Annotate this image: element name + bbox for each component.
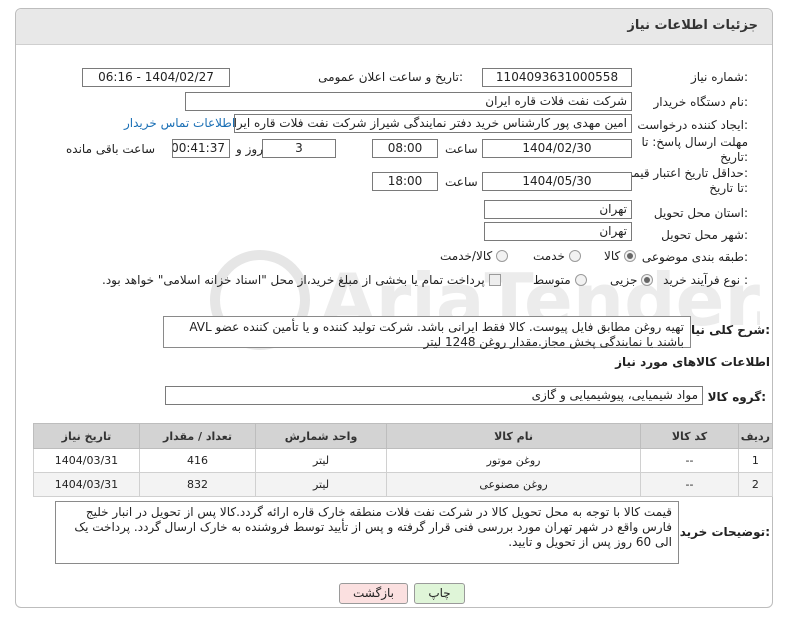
days-label: روز و — [236, 142, 263, 156]
radio-icon — [574, 274, 587, 286]
description-label: شرح کلی نیاز: — [684, 323, 770, 337]
send-deadline-label-2: تاریخ: — [720, 150, 748, 164]
goods-group-label: گروه کالا: — [707, 390, 766, 404]
category-option-goods[interactable]: کالا — [604, 249, 637, 263]
price-validity-label: حداقل تاریخ اعتبار قیمت: — [621, 166, 748, 180]
treasury-payment-option[interactable]: پرداخت تمام یا بخشی از مبلغ خرید،از محل … — [102, 273, 501, 287]
radio-icon — [496, 250, 509, 262]
print-button[interactable]: چاپ — [414, 583, 465, 604]
table-row: 1 -- روغن موتور لیتر 416 1404/03/31 — [33, 448, 774, 473]
price-validity-label-2: تا تاریخ: — [709, 181, 748, 195]
requester-label: ایجاد کننده درخواست: — [637, 118, 748, 132]
buyer-org-label: نام دستگاه خریدار: — [653, 95, 749, 109]
col-name: نام کالا — [385, 423, 642, 449]
cell-qty: 832 — [138, 472, 257, 497]
announce-datetime-label: تاریخ و ساعت اعلان عمومی: — [318, 70, 463, 84]
col-unit: واحد شمارش — [255, 423, 387, 449]
price-validity-date: 1404/05/30 — [482, 172, 632, 191]
description-field: تهیه روغن مطابق فایل پیوست. کالا فقط ایر… — [163, 316, 691, 349]
col-date: تاریخ نیاز — [33, 423, 140, 449]
checkbox-icon — [488, 274, 501, 286]
requester-field: امین مهدی پور کارشناس خرید دفتر نمایندگی… — [234, 114, 632, 133]
col-code: کد کالا — [640, 423, 739, 449]
table-row: 2 -- روغن مصنوعی لیتر 832 1404/03/31 — [33, 472, 774, 497]
buyer-notes-field: قیمت کالا با توجه به محل تحویل کالا در ش… — [55, 501, 679, 564]
panel-header: جزئیات اطلاعات نیاز — [16, 9, 772, 45]
cell-index: 1 — [737, 448, 774, 473]
cell-index: 2 — [737, 472, 774, 497]
need-number-field: 1104093631000558 — [482, 68, 632, 87]
cell-code: -- — [640, 472, 739, 497]
process-type-label: نوع فرآیند خرید : — [663, 273, 748, 287]
category-option-service[interactable]: خدمت — [533, 249, 581, 263]
goods-group-field: مواد شیمیایی، پیوشیمیایی و گازی — [165, 386, 703, 405]
buyer-notes-label: توضیحات خریدار: — [668, 525, 770, 539]
category-option-both[interactable]: کالا/خدمت — [440, 249, 509, 263]
cell-unit: لیتر — [255, 472, 387, 497]
price-validity-time: 18:00 — [372, 172, 438, 191]
cell-date: 1404/03/31 — [33, 472, 140, 497]
announce-datetime-field: 1404/02/27 - 06:16 — [82, 68, 230, 87]
cell-date: 1404/03/31 — [33, 448, 140, 473]
city-label: شهر محل تحویل: — [661, 228, 748, 242]
radio-icon — [624, 250, 637, 262]
radio-icon — [641, 274, 654, 286]
time-remaining-field: 00:41:37 — [172, 139, 230, 158]
days-remaining-field: 3 — [262, 139, 336, 158]
cell-unit: لیتر — [255, 448, 387, 473]
price-validity-time-label: ساعت — [445, 175, 478, 189]
back-button[interactable]: بازگشت — [339, 583, 408, 604]
need-number-label: شماره نیاز: — [690, 70, 748, 84]
process-option-medium[interactable]: متوسط — [533, 273, 587, 287]
table-header-row: ردیف کد کالا نام کالا واحد شمارش تعداد /… — [33, 423, 774, 449]
col-qty: تعداد / مقدار — [138, 423, 257, 449]
radio-icon — [568, 250, 581, 262]
cell-name: روغن موتور — [385, 448, 642, 473]
cell-qty: 416 — [138, 448, 257, 473]
cell-code: -- — [640, 448, 739, 473]
items-table: ردیف کد کالا نام کالا واحد شمارش تعداد /… — [33, 423, 774, 497]
page-title: جزئیات اطلاعات نیاز — [627, 18, 758, 33]
cell-name: روغن مصنوعی — [385, 472, 642, 497]
city-field: تهران — [484, 222, 632, 241]
goods-section-title: اطلاعات کالاهای مورد نیاز — [615, 355, 770, 369]
send-deadline-label: مهلت ارسال پاسخ: تا — [641, 135, 748, 149]
time-remaining-label: ساعت باقی مانده — [66, 142, 156, 156]
send-deadline-time: 08:00 — [372, 139, 438, 158]
category-label: طبقه بندی موضوعی: — [641, 250, 748, 264]
buyer-contact-link[interactable]: اطلاعات تماس خریدار — [124, 116, 235, 130]
buyer-org-field: شرکت نفت فلات قاره ایران — [185, 92, 632, 111]
col-index: ردیف — [737, 423, 774, 449]
send-deadline-time-label: ساعت — [445, 142, 478, 156]
province-field: تهران — [484, 200, 632, 219]
process-option-minor[interactable]: جزیی — [610, 273, 654, 287]
send-deadline-date: 1404/02/30 — [482, 139, 632, 158]
province-label: استان محل تحویل: — [653, 206, 748, 220]
